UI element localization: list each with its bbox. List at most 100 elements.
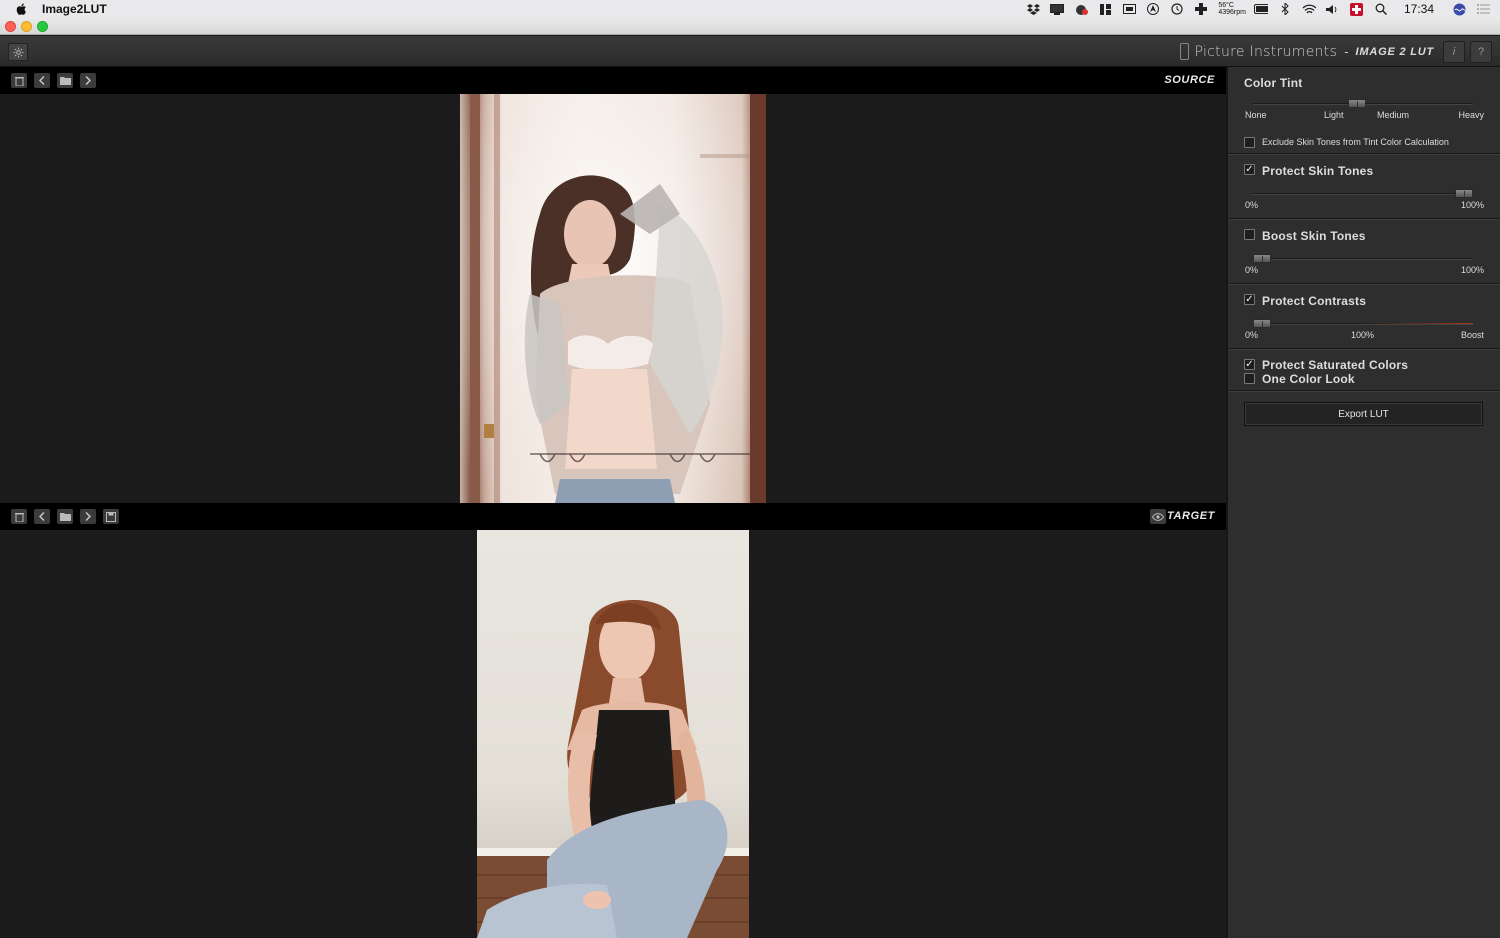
app-header: Picture Instruments - IMAGE 2 LUT i ? — [0, 36, 1500, 67]
protect-contrasts-mid-label: 100% — [1351, 330, 1375, 340]
color-tint-slider-track[interactable] — [1253, 99, 1473, 108]
navigation-icon[interactable] — [1146, 3, 1160, 15]
brand-separator: - — [1344, 44, 1349, 59]
bluetooth-icon[interactable] — [1278, 3, 1292, 15]
exclude-skin-tones-checkbox[interactable] — [1244, 137, 1255, 148]
protect-contrasts-min-label: 0% — [1245, 330, 1259, 340]
notification-center-icon[interactable] — [1476, 3, 1490, 15]
color-options-section: ✓ Protect Saturated Colors One Color Loo… — [1228, 351, 1500, 392]
source-photo-illustration — [460, 94, 766, 503]
target-open-button[interactable] — [57, 509, 73, 524]
clock[interactable]: 17:34 — [1404, 2, 1434, 16]
settings-button[interactable] — [8, 43, 28, 61]
spotlight-search-icon[interactable] — [1374, 3, 1388, 15]
boost-skin-tones-slider-track[interactable] — [1253, 254, 1473, 263]
target-next-button[interactable] — [80, 509, 96, 524]
cpu-temp: 56°C — [1218, 2, 1234, 9]
window-title-bar — [0, 18, 1500, 35]
volume-icon[interactable] — [1326, 3, 1340, 15]
tint-tick-heavy: Heavy — [1458, 110, 1484, 120]
protect-contrasts-title: Protect Contrasts — [1262, 294, 1367, 308]
zoom-window-button[interactable] — [37, 21, 48, 32]
color-tint-title: Color Tint — [1244, 76, 1303, 90]
creative-cloud-icon[interactable] — [1074, 3, 1089, 15]
target-photo-illustration — [477, 600, 749, 938]
exclude-skin-tones-label: Exclude Skin Tones from Tint Color Calcu… — [1262, 137, 1449, 147]
time-machine-icon[interactable] — [1170, 3, 1184, 15]
brand-mark-icon — [1179, 43, 1189, 60]
cpu-stats[interactable]: 56°C 4396rpm — [1218, 2, 1246, 16]
trash-icon — [14, 76, 24, 86]
display-icon[interactable] — [1050, 3, 1065, 15]
source-toolbar: SOURCE — [0, 67, 1226, 94]
folder-icon — [59, 513, 71, 521]
target-image-pane[interactable] — [0, 530, 1226, 938]
chevron-right-icon — [85, 76, 91, 85]
source-clear-button[interactable] — [11, 73, 27, 88]
protect-skin-max-label: 100% — [1460, 200, 1484, 210]
protect-skin-tones-section: ✓ Protect Skin Tones 0% 100% — [1228, 156, 1500, 220]
wifi-icon[interactable] — [1302, 3, 1316, 15]
source-next-button[interactable] — [80, 73, 96, 88]
boost-skin-tones-checkbox[interactable] — [1244, 229, 1255, 240]
one-color-look-checkbox[interactable] — [1244, 373, 1255, 384]
gear-icon — [12, 46, 24, 58]
plus-status-icon[interactable] — [1194, 3, 1208, 15]
help-button[interactable]: ? — [1470, 41, 1492, 63]
protect-saturated-colors-title: Protect Saturated Colors — [1262, 358, 1409, 372]
protect-contrasts-slider-track[interactable] — [1253, 319, 1473, 328]
battery-icon[interactable] — [1253, 3, 1268, 15]
source-label: SOURCE — [1164, 74, 1215, 86]
protect-skin-tones-slider-thumb[interactable] — [1455, 189, 1473, 198]
protect-skin-tones-slider-track[interactable] — [1253, 189, 1473, 198]
protect-saturated-colors-checkbox[interactable]: ✓ — [1244, 359, 1255, 370]
protect-skin-tones-checkbox[interactable]: ✓ — [1244, 164, 1255, 175]
folder-icon — [59, 77, 71, 85]
protect-skin-min-label: 0% — [1245, 200, 1259, 210]
window-manager-icon[interactable] — [1098, 3, 1112, 15]
apple-icon[interactable] — [15, 2, 29, 16]
save-icon — [106, 511, 116, 522]
status-tray: 56°C 4396rpm 17:34 — [1026, 0, 1500, 18]
protect-contrasts-checkbox[interactable]: ✓ — [1244, 294, 1255, 305]
target-label: TARGET — [1166, 510, 1215, 522]
color-tint-slider-thumb[interactable] — [1347, 99, 1366, 108]
source-open-button[interactable] — [57, 73, 73, 88]
siri-icon[interactable] — [1452, 3, 1466, 15]
target-toolbar: TARGET — [0, 503, 1226, 530]
chevron-right-icon — [85, 512, 91, 521]
tint-tick-medium: Medium — [1377, 110, 1410, 120]
brand-name: Picture Instruments — [1194, 43, 1338, 60]
boost-skin-max-label: 100% — [1460, 265, 1484, 275]
security-app-icon[interactable] — [1350, 2, 1364, 16]
close-window-button[interactable] — [5, 21, 16, 32]
settings-panel: Color Tint None Light Medium Heavy Exclu… — [1226, 67, 1500, 938]
dropbox-icon[interactable] — [1026, 3, 1040, 15]
boost-skin-min-label: 0% — [1245, 265, 1259, 275]
boost-skin-tones-slider-thumb[interactable] — [1253, 254, 1271, 263]
product-name: IMAGE 2 LUT — [1355, 45, 1434, 58]
minimize-window-button[interactable] — [21, 21, 32, 32]
boost-skin-tones-title: Boost Skin Tones — [1262, 229, 1366, 243]
fan-speed: 4396rpm — [1218, 9, 1246, 16]
brand-logo: Picture Instruments - IMAGE 2 LUT — [1179, 43, 1434, 60]
target-previous-button[interactable] — [34, 509, 50, 524]
protect-contrasts-section: ✓ Protect Contrasts 0% 100% Boost — [1228, 286, 1500, 350]
chevron-left-icon — [39, 512, 45, 521]
screen-mirror-icon[interactable] — [1122, 3, 1136, 15]
compare-view-button[interactable] — [1150, 509, 1166, 524]
app-name-menu[interactable]: Image2LUT — [42, 2, 107, 16]
tint-tick-light: Light — [1324, 110, 1344, 120]
info-button[interactable]: i — [1443, 41, 1465, 63]
chevron-left-icon — [39, 76, 45, 85]
source-image-pane[interactable] — [0, 94, 1226, 503]
export-lut-button[interactable]: Export LUT — [1244, 402, 1483, 426]
source-previous-button[interactable] — [34, 73, 50, 88]
protect-contrasts-max-label: Boost — [1460, 330, 1484, 340]
eye-icon — [1152, 512, 1164, 521]
color-tint-section: Color Tint None Light Medium Heavy Exclu… — [1228, 67, 1500, 155]
protect-skin-tones-title: Protect Skin Tones — [1262, 164, 1374, 178]
target-clear-button[interactable] — [11, 509, 27, 524]
protect-contrasts-slider-thumb[interactable] — [1253, 319, 1271, 328]
target-save-button[interactable] — [103, 509, 119, 524]
